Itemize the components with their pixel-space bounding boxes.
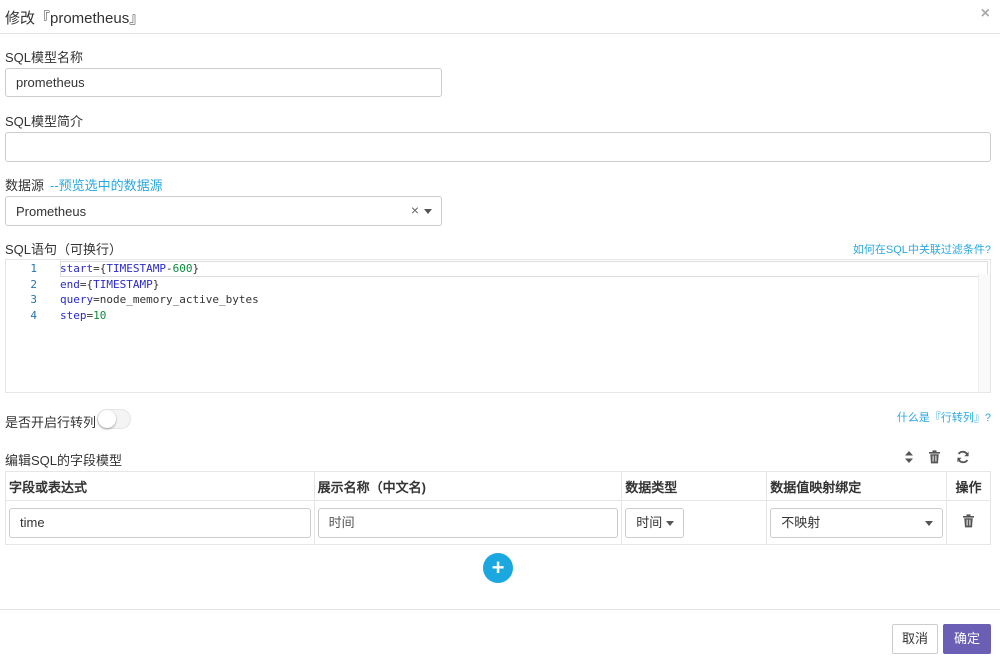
column-header: 展示名称（中文名): [313, 471, 623, 501]
datasource-select[interactable]: Prometheus ×: [5, 196, 442, 226]
pivot-label: 是否开启行转列: [5, 415, 97, 430]
datasource-label-text: 数据源: [5, 178, 45, 193]
code-op: -: [165, 262, 173, 275]
line-number: 1: [30, 262, 37, 275]
code-var: TIMESTAMP: [106, 262, 166, 275]
code-plain: node_memory_active_bytes: [99, 293, 259, 306]
code-var: TIMESTAMP: [93, 278, 153, 291]
code-eq: =: [93, 293, 100, 306]
code-tail: }: [152, 278, 160, 291]
value-mapping-value: 不映射: [781, 514, 821, 530]
pivot-help-link[interactable]: 什么是『行转列』?: [897, 409, 991, 425]
data-type-select[interactable]: 时间: [625, 507, 685, 538]
dialog-footer: 取消 确定: [0, 609, 1000, 660]
column-header: 数据值映射绑定: [766, 471, 947, 501]
code-text: step=10: [60, 308, 106, 324]
chevron-down-icon: [924, 520, 933, 526]
refresh-icon[interactable]: [956, 450, 970, 467]
trash-icon[interactable]: [962, 514, 975, 531]
dialog-header: 修改『prometheus』 ×: [0, 0, 1000, 34]
code-key: end: [60, 278, 80, 291]
cancel-button[interactable]: 取消: [892, 624, 938, 654]
code-line: 2 end={TIMESTAMP}: [6, 277, 159, 293]
mapping-cell: 不映射: [766, 500, 947, 545]
model-desc-label: SQL模型简介: [5, 114, 84, 129]
field-cell: time: [5, 500, 315, 545]
code-text: start={TIMESTAMP-600}: [60, 261, 199, 277]
code-eq: ={: [79, 278, 94, 291]
code-text: end={TIMESTAMP}: [60, 277, 159, 293]
line-number: 4: [30, 309, 37, 322]
code-key: query: [60, 293, 94, 306]
add-field-button[interactable]: +: [483, 553, 513, 583]
value-mapping-select[interactable]: 不映射: [770, 507, 943, 538]
model-name-label: SQL模型名称: [5, 50, 84, 65]
sql-editor[interactable]: 1 start={TIMESTAMP-600} 2 end={TIMESTAMP…: [5, 259, 991, 393]
table-row: time 时间 时间 不映射: [5, 500, 992, 545]
code-line: 4 step=10: [6, 308, 106, 324]
editor-scrollbar[interactable]: [978, 274, 990, 392]
datasource-value: Prometheus: [16, 204, 87, 219]
fields-toolbar: [904, 450, 984, 466]
code-eq: ={: [93, 262, 107, 275]
dialog-title: 修改『prometheus』: [5, 10, 145, 27]
display-name-input[interactable]: 时间: [317, 507, 619, 538]
line-number: 3: [30, 293, 37, 306]
type-cell: 时间: [621, 500, 768, 545]
column-header: 数据类型: [621, 471, 768, 501]
chevron-down-icon: [666, 520, 675, 526]
fields-label: 编辑SQL的字段模型: [5, 453, 123, 468]
code-tail: }: [192, 262, 200, 275]
data-type-value: 时间: [636, 514, 663, 530]
code-number: 10: [93, 309, 107, 322]
code-text: query=node_memory_active_bytes: [60, 292, 259, 308]
fields-table: 字段或表达式 展示名称（中文名) 数据类型 数据值映射绑定 操作 time 时间…: [5, 471, 992, 545]
sql-help-link[interactable]: 如何在SQL中关联过滤条件?: [853, 241, 991, 257]
toggle-knob: [98, 410, 116, 428]
field-expression-input[interactable]: time: [9, 507, 311, 538]
action-cell: [945, 500, 992, 545]
code-key: start: [60, 262, 94, 275]
sort-icon[interactable]: [904, 450, 914, 467]
active-line-highlight: [60, 261, 988, 277]
datasource-label: 数据源 --预览选中的数据源: [5, 175, 163, 194]
pivot-toggle[interactable]: [97, 409, 131, 429]
plus-icon: +: [491, 555, 505, 580]
column-header: 字段或表达式: [5, 471, 315, 501]
trash-icon[interactable]: [928, 450, 941, 467]
chevron-down-icon: [424, 209, 432, 214]
display-cell: 时间: [313, 500, 623, 545]
confirm-button[interactable]: 确定: [943, 624, 991, 654]
table-header-row: 字段或表达式 展示名称（中文名) 数据类型 数据值映射绑定 操作: [5, 471, 992, 501]
model-desc-input[interactable]: [5, 132, 991, 162]
clear-icon[interactable]: ×: [411, 202, 419, 218]
model-name-input[interactable]: prometheus: [5, 68, 442, 97]
close-icon[interactable]: ×: [981, 5, 990, 23]
line-number: 2: [30, 278, 37, 291]
column-header: 操作: [945, 471, 992, 501]
preview-datasource-link[interactable]: --预览选中的数据源: [50, 178, 163, 193]
code-key: step: [60, 309, 87, 322]
code-number: 600: [172, 262, 193, 275]
code-line: 1 start={TIMESTAMP-600}: [6, 261, 199, 277]
code-line: 3 query=node_memory_active_bytes: [6, 292, 258, 308]
sql-label: SQL语句（可换行）: [5, 242, 123, 257]
